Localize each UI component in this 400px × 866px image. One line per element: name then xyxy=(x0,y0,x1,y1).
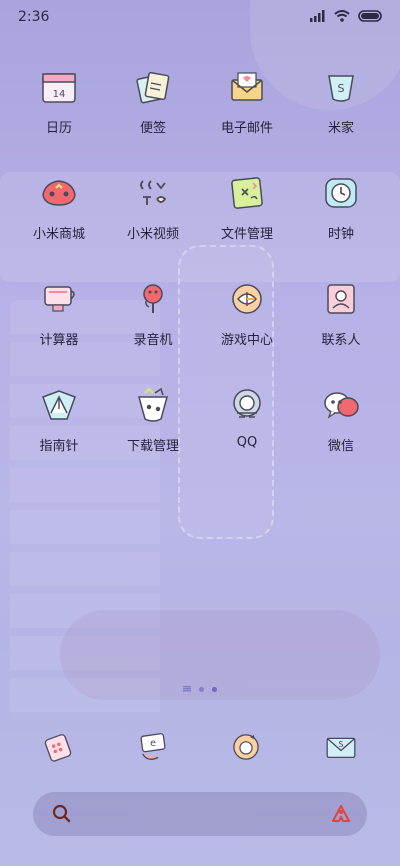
phone-icon[interactable] xyxy=(39,728,77,766)
app-calculator[interactable]: 计算器 xyxy=(9,277,109,348)
status-time: 2:36 xyxy=(18,9,50,25)
contacts-icon xyxy=(327,284,355,314)
app-notes[interactable]: 便签 xyxy=(103,65,203,136)
camera-icon[interactable] xyxy=(227,728,265,766)
clock-icon xyxy=(325,178,357,208)
notes-icon xyxy=(136,72,170,104)
compass-icon xyxy=(42,390,76,420)
qq-icon xyxy=(233,389,261,418)
recorder-icon xyxy=(143,284,163,313)
app-file-manager[interactable]: 文件管理 xyxy=(197,171,297,242)
app-label: 电子邮件 xyxy=(220,121,273,136)
app-recorder[interactable]: 录音机 xyxy=(103,277,203,348)
mi-store-icon xyxy=(42,180,76,206)
calendar-icon: 14 xyxy=(42,73,76,103)
app-label: 米家 xyxy=(327,121,354,136)
app-game-center[interactable]: 游戏中心 xyxy=(197,277,297,348)
app-label: 指南针 xyxy=(39,439,79,454)
search-icon[interactable] xyxy=(51,803,73,825)
download-manager-icon xyxy=(138,387,168,422)
app-label: 游戏中心 xyxy=(220,333,273,348)
page-dot[interactable] xyxy=(199,686,204,692)
app-mi-video[interactable]: 小米视频 xyxy=(103,171,203,242)
messages-icon[interactable]: S xyxy=(322,728,360,766)
battery-icon xyxy=(358,10,382,22)
browser-letter: e xyxy=(150,738,156,749)
browser-icon[interactable]: e xyxy=(134,728,172,766)
assistant-icon[interactable] xyxy=(329,802,353,826)
app-label: 小米视频 xyxy=(126,227,179,242)
wechat-icon xyxy=(324,392,359,419)
app-mijia[interactable]: S 米家 xyxy=(291,65,391,136)
calculator-icon xyxy=(44,286,75,312)
app-label: 文件管理 xyxy=(220,227,273,242)
mijia-icon: S xyxy=(328,75,354,102)
file-manager-icon xyxy=(231,177,263,209)
app-clock[interactable]: 时钟 xyxy=(291,171,391,242)
calendar-day: 14 xyxy=(53,89,66,100)
app-label: 联系人 xyxy=(321,333,361,348)
app-label: QQ xyxy=(236,435,258,450)
mi-video-icon xyxy=(140,180,167,205)
app-wechat[interactable]: 微信 xyxy=(291,383,391,454)
app-qq[interactable]: QQ xyxy=(197,383,297,450)
signal-icon xyxy=(310,10,325,22)
page-dot-current[interactable] xyxy=(212,686,217,692)
status-bar: 2:36 xyxy=(0,0,400,36)
page-dot-list[interactable] xyxy=(183,686,191,692)
search-bar[interactable] xyxy=(33,792,367,836)
app-label: 便签 xyxy=(139,121,166,136)
app-label: 小米商城 xyxy=(32,227,85,242)
status-icons xyxy=(310,10,384,22)
mijia-letter: S xyxy=(338,82,345,95)
app-contacts[interactable]: 联系人 xyxy=(291,277,391,348)
app-download-manager[interactable]: 下载管理 xyxy=(103,383,203,454)
email-icon xyxy=(231,72,263,101)
app-label: 日历 xyxy=(45,121,72,136)
game-center-icon xyxy=(232,284,262,314)
dock: e S xyxy=(0,728,400,768)
app-label: 计算器 xyxy=(39,333,79,348)
messages-letter: S xyxy=(339,740,344,749)
page-indicator[interactable] xyxy=(0,686,400,692)
app-mi-store[interactable]: 小米商城 xyxy=(9,171,109,242)
app-email[interactable]: 电子邮件 xyxy=(197,65,297,136)
app-label: 时钟 xyxy=(327,227,354,242)
app-label: 微信 xyxy=(327,439,354,454)
app-compass[interactable]: 指南针 xyxy=(9,383,109,454)
app-calendar[interactable]: 14 日历 xyxy=(9,65,109,136)
wifi-icon xyxy=(334,10,350,22)
app-label: 录音机 xyxy=(133,333,173,348)
app-label: 下载管理 xyxy=(126,439,179,454)
